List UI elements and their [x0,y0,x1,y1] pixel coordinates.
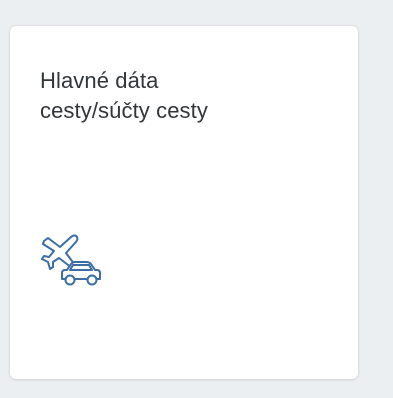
tile-title-line-1: Hlavné dáta [40,68,159,93]
travel-master-data-tile[interactable]: Hlavné dáta cesty/súčty cesty [10,26,358,379]
launchpad-page: Hlavné dáta cesty/súčty cesty [0,0,393,398]
travel-plane-car-icon [40,231,102,293]
tile-title: Hlavné dáta cesty/súčty cesty [40,66,340,126]
tile-title-line-2: cesty/súčty cesty [40,98,208,123]
